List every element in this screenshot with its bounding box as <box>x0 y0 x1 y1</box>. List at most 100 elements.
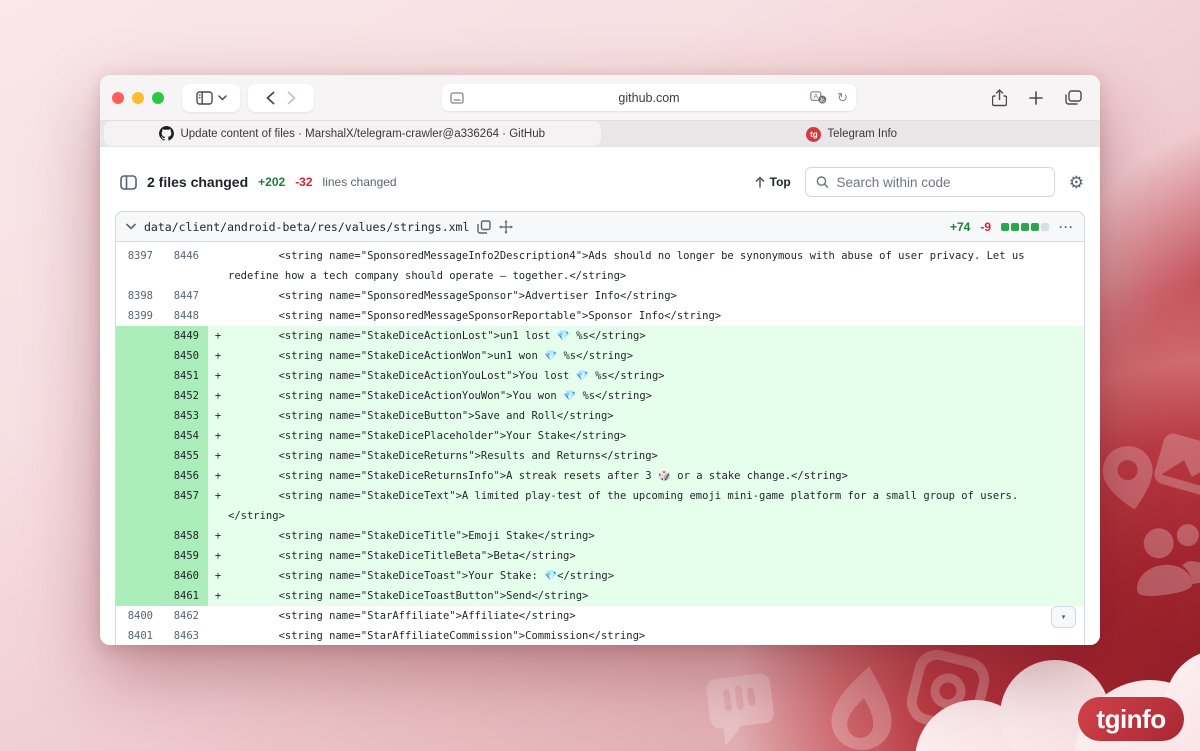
new-line-number: 8461 <box>162 586 208 606</box>
file-header: data/client/android-beta/res/values/stri… <box>116 212 1084 242</box>
code-search-box[interactable] <box>804 167 1055 197</box>
diff-row[interactable]: 8451 + <string name="StakeDiceActionYouL… <box>116 366 1084 386</box>
diff-row[interactable]: 8458 + <string name="StakeDiceTitle">Emo… <box>116 526 1084 546</box>
new-tab-button[interactable] <box>1029 90 1043 105</box>
diff-row[interactable]: 8400 8462 <string name="StarAffiliate">A… <box>116 606 1084 626</box>
diff-row[interactable]: 8456 + <string name="StakeDiceReturnsInf… <box>116 466 1084 486</box>
top-button[interactable]: Top <box>755 175 791 189</box>
new-line-number: 8447 <box>173 290 199 302</box>
code-line: <string name="StakeDicePlaceholder">Your… <box>228 426 1084 446</box>
diff-row[interactable]: 8454 + <string name="StakeDicePlaceholde… <box>116 426 1084 446</box>
diff-marker: + <box>208 466 228 486</box>
diff-marker: + <box>208 366 228 386</box>
old-line-number <box>116 366 162 386</box>
code-search-input[interactable] <box>836 174 1044 190</box>
new-line-number: 8460 <box>162 566 208 586</box>
github-page: 2 files changed +202 -32 lines changed T… <box>100 147 1100 645</box>
diff-row[interactable]: 8398 8447 <string name="SponsoredMessage… <box>116 286 1084 306</box>
file-path[interactable]: data/client/android-beta/res/values/stri… <box>144 220 469 234</box>
new-line-number: 8457 <box>162 486 208 526</box>
diff-row[interactable]: 8397 8446 <string name="SponsoredMessage… <box>116 246 1084 286</box>
diffstat-block <box>1021 222 1029 231</box>
diffstat-block <box>1041 222 1049 231</box>
code-line: <string name="SponsoredMessageSponsor">A… <box>228 290 677 302</box>
new-line-number: 8450 <box>162 346 208 366</box>
tg-favicon-icon: tg <box>806 126 822 142</box>
github-favicon-icon <box>159 126 175 141</box>
diff-marker: + <box>208 346 228 366</box>
new-line-number: 8449 <box>162 326 208 346</box>
old-line-number <box>116 386 162 406</box>
collapse-chevron-icon[interactable] <box>126 223 136 230</box>
sidebar-icon <box>195 90 213 105</box>
diff-marker: + <box>208 446 228 466</box>
old-line-number <box>116 326 162 346</box>
code-line: <string name="StakeDiceActionWon">un1 wo… <box>228 346 1084 366</box>
code-line: <string name="StakeDiceToast">Your Stake… <box>228 566 1084 586</box>
total-additions: +202 <box>258 175 286 189</box>
chevron-down-icon <box>217 94 227 101</box>
diff-marker: + <box>208 586 228 606</box>
old-line-number <box>116 426 162 446</box>
browser-window: github.com Aあ ↻ Update content of files … <box>100 75 1100 645</box>
diff-marker: + <box>208 326 228 346</box>
new-line-number: 8446 <box>173 250 199 262</box>
kebab-menu-icon[interactable]: ··· <box>1059 220 1074 234</box>
old-line-number <box>116 466 162 486</box>
back-button[interactable] <box>266 91 275 105</box>
diff-row[interactable]: 8460 + <string name="StakeDiceToast">You… <box>116 566 1084 586</box>
copy-path-icon[interactable] <box>477 219 492 234</box>
diff-marker <box>208 246 228 286</box>
code-line: <string name="StakeDiceActionYouLost">Yo… <box>228 366 1084 386</box>
old-line-number: 8397 <box>127 250 153 262</box>
diff-row[interactable]: 8457 + <string name="StakeDiceText">A li… <box>116 486 1084 526</box>
new-line-number: 8451 <box>162 366 208 386</box>
nav-buttons <box>248 83 314 112</box>
diff-row[interactable]: 8455 + <string name="StakeDiceReturns">R… <box>116 446 1084 466</box>
gear-icon[interactable]: ⚙ <box>1069 174 1084 191</box>
diff-row[interactable]: 8453 + <string name="StakeDiceButton">Sa… <box>116 406 1084 426</box>
zoom-window-button[interactable] <box>152 91 164 104</box>
old-line-number <box>116 586 162 606</box>
forward-button[interactable] <box>287 91 296 105</box>
diff-marker: + <box>208 386 228 406</box>
drag-handle-icon[interactable] <box>499 219 514 234</box>
tab-active[interactable]: Update content of files · MarshalX/teleg… <box>104 121 601 146</box>
old-line-number: 8400 <box>127 610 153 622</box>
diff-marker <box>208 626 228 645</box>
new-line-number: 8463 <box>173 630 199 642</box>
triangle-down-icon: ▼ <box>1060 613 1067 621</box>
diffstat-blocks <box>1001 222 1049 231</box>
scroll-down-button[interactable]: ▼ <box>1051 606 1076 628</box>
tab-telegram-info[interactable]: tg Telegram Info <box>604 121 1101 147</box>
tab-overview-button[interactable] <box>1065 90 1082 105</box>
diff-row[interactable]: 8450 + <string name="StakeDiceActionWon"… <box>116 346 1084 366</box>
old-line-number <box>116 486 162 526</box>
diff-row[interactable]: 8401 8463 <string name="StarAffiliateCom… <box>116 626 1084 645</box>
file-diff-card: data/client/android-beta/res/values/stri… <box>115 211 1085 645</box>
diff-row[interactable]: 8452 + <string name="StakeDiceActionYouW… <box>116 386 1084 406</box>
diff-row[interactable]: 8449 + <string name="StakeDiceActionLost… <box>116 326 1084 346</box>
diffstat-block <box>1031 222 1039 231</box>
share-icon[interactable] <box>992 88 1007 107</box>
diff-marker: + <box>208 566 228 586</box>
sidebar-toggle-button[interactable] <box>182 83 240 112</box>
old-line-number <box>116 406 162 426</box>
file-tree-toggle-icon[interactable] <box>120 174 137 190</box>
new-line-number: 8456 <box>162 466 208 486</box>
diff-row[interactable]: 8459 + <string name="StakeDiceTitleBeta"… <box>116 546 1084 566</box>
code-line: <string name="StakeDiceTitle">Emoji Stak… <box>228 526 1084 546</box>
close-window-button[interactable] <box>112 91 124 104</box>
tab-strip: Update content of files · MarshalX/teleg… <box>100 120 1100 147</box>
diffstat-block <box>1001 222 1009 231</box>
diffstat-block <box>1011 222 1019 231</box>
diff-row[interactable]: 8399 8448 <string name="SponsoredMessage… <box>116 306 1084 326</box>
diff-table: 8397 8446 <string name="SponsoredMessage… <box>116 242 1084 645</box>
file-deletions: -9 <box>980 219 991 234</box>
diff-marker <box>208 606 228 626</box>
new-line-number: 8459 <box>162 546 208 566</box>
diff-row[interactable]: 8461 + <string name="StakeDiceToastButto… <box>116 586 1084 606</box>
minimize-window-button[interactable] <box>132 91 144 104</box>
old-line-number <box>116 546 162 566</box>
url-field[interactable]: github.com Aあ ↻ <box>442 84 856 111</box>
